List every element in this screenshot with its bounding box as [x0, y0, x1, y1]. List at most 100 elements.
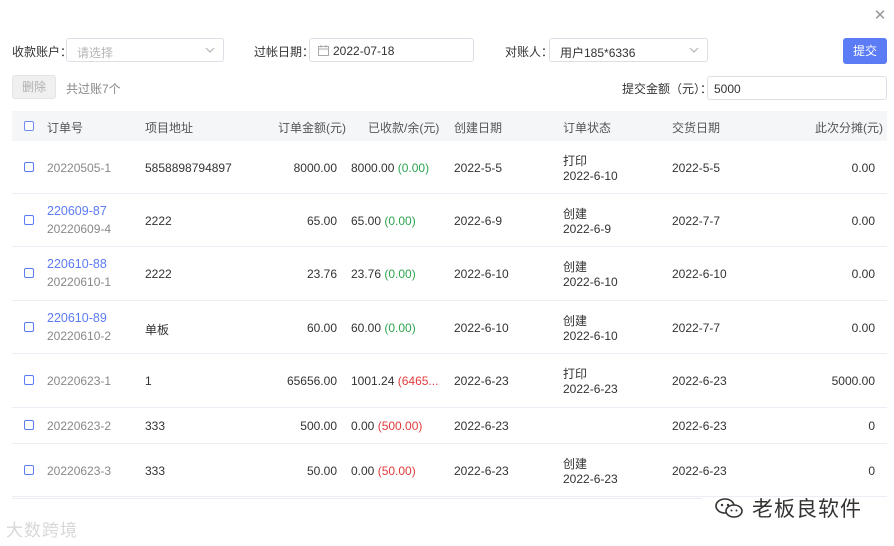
- order-link[interactable]: 220609-87: [47, 204, 107, 218]
- allocation-amount: 0: [868, 464, 875, 478]
- divider: [12, 498, 702, 499]
- order-status: 创建: [563, 260, 588, 274]
- table-row: 20220623-1 1 65656.00 1001.24 (6465... 2022-…: [12, 354, 887, 408]
- allocation-amount: 5000.00: [831, 374, 875, 388]
- row-checkbox[interactable]: [24, 465, 34, 475]
- order-amount: 8000.00: [293, 161, 337, 175]
- table-row: 220610-88 20220610-1 2222 23.76 23.76 (0.00)…: [12, 247, 887, 301]
- received-amount: 60.00: [351, 321, 382, 335]
- delete-button[interactable]: 删除: [12, 75, 56, 99]
- received-amount: 23.76: [351, 267, 382, 281]
- account-select[interactable]: 请选择: [66, 38, 224, 62]
- received-cell: 0.00 (500.00): [351, 419, 446, 433]
- status-date: 2022-6-10: [563, 275, 618, 289]
- remaining-amount: (0.00): [384, 214, 416, 228]
- created-date: 2022-6-9: [454, 214, 503, 228]
- order-amount: 65.00: [306, 214, 337, 228]
- order-amount: 65656.00: [286, 374, 337, 388]
- order-number: 20220505-1: [47, 161, 112, 175]
- created-date: 2022-6-10: [454, 267, 509, 281]
- project-address: 333: [145, 464, 166, 478]
- order-status: 创建: [563, 207, 588, 221]
- delivery-date: 2022-6-23: [672, 419, 727, 433]
- order-link[interactable]: 220610-89: [47, 311, 107, 325]
- order-number: 20220623-2: [47, 419, 112, 433]
- order-status: 创建: [563, 457, 588, 471]
- allocation-amount: 0.00: [851, 267, 875, 281]
- created-date: 2022-6-23: [454, 464, 509, 478]
- table-row: 220609-87 20220609-4 2222 65.00 65.00 (0.00)…: [12, 194, 887, 247]
- project-address: 5858898794897: [145, 161, 232, 175]
- select-all-checkbox[interactable]: [24, 121, 34, 131]
- order-status: 打印: [563, 154, 588, 168]
- received-amount: 0.00: [351, 464, 375, 478]
- header-received: 已收款/余(元): [368, 121, 440, 135]
- amount-input[interactable]: 5000: [707, 76, 887, 100]
- row-checkbox[interactable]: [24, 268, 34, 278]
- received-amount: 0.00: [351, 419, 375, 433]
- order-status: 打印: [563, 367, 588, 381]
- table-row: 20220505-1 5858898794897 8000.00 8000.00 (0…: [12, 141, 887, 194]
- created-date: 2022-6-23: [454, 419, 509, 433]
- received-cell: 1001.24 (6465...: [351, 374, 446, 388]
- watermark-left-text: 大数跨境: [6, 521, 78, 540]
- chevron-down-icon: [689, 47, 699, 53]
- order-number: 20220610-1: [47, 275, 112, 289]
- allocation-amount: 0.00: [851, 321, 875, 335]
- table-row: 20220623-3 333 50.00 0.00 (50.00) 2022-6-23 创…: [12, 444, 887, 497]
- date-picker[interactable]: 2022-07-18: [309, 38, 474, 62]
- header-created: 创建日期: [454, 121, 503, 135]
- table-header: 订单号 项目地址 订单金额(元) 已收款/余(元) 创建日期 订单状态 交货日期…: [12, 111, 887, 141]
- order-status: 创建: [563, 314, 588, 328]
- order-number: 20220623-1: [47, 374, 112, 388]
- received-amount: 8000.00: [351, 161, 395, 175]
- counterparty-select[interactable]: 用户185*6336: [549, 38, 708, 62]
- delivery-date: 2022-6-10: [672, 267, 727, 281]
- status-date: 2022-6-10: [563, 169, 618, 183]
- order-number: 20220609-4: [47, 222, 112, 236]
- order-link[interactable]: 220610-88: [47, 257, 107, 271]
- header-order-no: 订单号: [47, 121, 84, 135]
- counterparty-label: 对账人：: [505, 45, 554, 59]
- allocation-amount: 0.00: [851, 214, 875, 228]
- orders-table: 订单号 项目地址 订单金额(元) 已收款/余(元) 创建日期 订单状态 交货日期…: [12, 111, 887, 497]
- table-row: 20220623-2 333 500.00 0.00 (500.00) 2022-6-2…: [12, 408, 887, 444]
- remaining-amount: (0.00): [384, 321, 416, 335]
- row-checkbox[interactable]: [24, 420, 34, 430]
- watermark-right: 老板良软件: [714, 493, 862, 523]
- status-date: 2022-6-23: [563, 472, 618, 486]
- submit-button[interactable]: 提交: [843, 38, 887, 64]
- order-amount: 500.00: [300, 419, 337, 433]
- order-amount: 23.76: [306, 267, 337, 281]
- watermark-left: 大数跨境: [6, 516, 78, 541]
- allocation-amount: 0.00: [851, 161, 875, 175]
- received-amount: 65.00: [351, 214, 382, 228]
- header-status: 订单状态: [563, 121, 612, 135]
- delivery-date: 2022-5-5: [672, 161, 721, 175]
- calendar-icon: [318, 45, 329, 56]
- row-checkbox[interactable]: [24, 162, 34, 172]
- delivery-date: 2022-7-7: [672, 214, 721, 228]
- remaining-amount: (500.00): [377, 419, 423, 433]
- received-amount: 1001.24: [351, 374, 395, 388]
- row-checkbox[interactable]: [24, 322, 34, 332]
- counterparty-value: 用户185*6336: [560, 46, 636, 60]
- project-address: 2222: [145, 267, 172, 281]
- remaining-amount: (0.00): [384, 267, 416, 281]
- table-body: 20220505-1 5858898794897 8000.00 8000.00 (0…: [12, 141, 887, 497]
- filter-form: 收款账户： 请选择 过帐日期： 2022-07-18 对账人： 用户185*63…: [0, 38, 894, 64]
- close-icon[interactable]: ✕: [872, 8, 888, 24]
- date-value: 2022-07-18: [333, 44, 395, 58]
- account-placeholder: 请选择: [77, 46, 114, 60]
- header-address: 项目地址: [145, 121, 194, 135]
- received-cell: 0.00 (50.00): [351, 464, 446, 478]
- project-address: 2222: [145, 214, 172, 228]
- received-cell: 65.00 (0.00): [351, 214, 446, 228]
- created-date: 2022-6-10: [454, 321, 509, 335]
- created-date: 2022-5-5: [454, 161, 503, 175]
- remaining-amount: (6465...: [397, 374, 439, 388]
- table-row: 220610-89 20220610-2 单板 60.00 60.00 (0.00) 20…: [12, 301, 887, 354]
- row-checkbox[interactable]: [24, 215, 34, 225]
- row-checkbox[interactable]: [24, 375, 34, 385]
- order-number: 20220623-3: [47, 464, 112, 478]
